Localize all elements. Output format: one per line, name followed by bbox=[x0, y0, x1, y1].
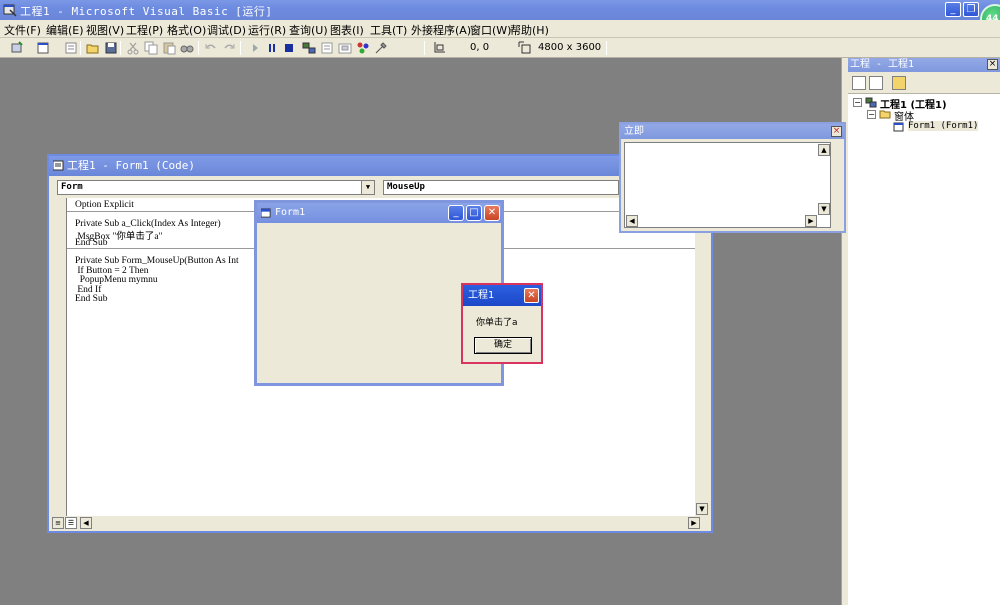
tree-form1-node[interactable]: Form1 (Form1) bbox=[908, 121, 979, 131]
code-line: Option Explicit bbox=[75, 200, 134, 210]
window-title: 工程1 - Microsoft Visual Basic [运行] bbox=[20, 5, 273, 18]
vertical-scrollbar[interactable]: ▼ bbox=[695, 198, 709, 516]
folder-icon bbox=[879, 110, 891, 119]
toggle-folders-icon[interactable] bbox=[892, 76, 906, 90]
cut-icon[interactable] bbox=[126, 41, 140, 55]
undo-icon[interactable] bbox=[204, 41, 218, 55]
form-icon bbox=[893, 122, 904, 132]
immediate-window-title: 立即 bbox=[621, 124, 844, 139]
full-module-view-icon[interactable]: ☰ bbox=[65, 517, 77, 529]
save-project-icon[interactable] bbox=[104, 41, 118, 55]
project-explorer: 工程 - 工程1 × − 工程1 (工程1) − 窗体 Form1 (Form1… bbox=[848, 58, 1000, 605]
menu-bar: 文件(F) 编辑(E) 视图(V) 工程(P) 格式(O) 调试(D) 运行(R… bbox=[0, 20, 1000, 38]
code-line: End Sub bbox=[75, 238, 108, 248]
position-icon bbox=[432, 41, 446, 55]
close-icon[interactable]: ✕ bbox=[524, 288, 539, 303]
open-project-icon[interactable] bbox=[86, 41, 100, 55]
procedure-view-icon[interactable]: ≡ bbox=[52, 517, 64, 529]
add-project-icon[interactable] bbox=[10, 41, 24, 55]
maximize-icon[interactable]: □ bbox=[466, 205, 482, 221]
message-text: 你单击了a bbox=[476, 318, 518, 328]
project-explorer-toolbar bbox=[848, 72, 1000, 94]
menu-help[interactable]: 帮助(H) bbox=[510, 22, 549, 38]
project-icon bbox=[865, 97, 877, 108]
scroll-right-icon[interactable]: ▶ bbox=[688, 517, 700, 529]
immediate-text-area[interactable]: ▲ ▼ ◀ ▶ bbox=[624, 142, 831, 228]
object-browser-icon[interactable] bbox=[356, 41, 370, 55]
menu-diagram[interactable]: 图表(I) bbox=[330, 22, 364, 38]
ok-button[interactable]: 确定 bbox=[474, 337, 532, 354]
minimize-icon[interactable]: _ bbox=[448, 205, 464, 221]
scroll-left-icon[interactable]: ◀ bbox=[80, 517, 92, 529]
standard-toolbar: 0, 0 4800 x 3600 bbox=[0, 38, 1000, 58]
menu-file[interactable]: 文件(F) bbox=[4, 22, 41, 38]
scroll-up-icon[interactable]: ▲ bbox=[818, 144, 830, 156]
menu-tools[interactable]: 工具(T) bbox=[370, 22, 407, 38]
copy-icon[interactable] bbox=[144, 41, 158, 55]
procedure-combo-value: MouseUp bbox=[387, 182, 425, 192]
close-icon[interactable]: × bbox=[987, 59, 998, 70]
menu-addins[interactable]: 外接程序(A) bbox=[411, 22, 471, 38]
scroll-left-icon[interactable]: ◀ bbox=[626, 215, 638, 227]
paste-icon[interactable] bbox=[162, 41, 176, 55]
scroll-down-icon[interactable]: ▼ bbox=[818, 203, 830, 215]
find-icon[interactable] bbox=[180, 41, 194, 55]
menu-view[interactable]: 视图(V) bbox=[86, 22, 124, 38]
break-icon[interactable] bbox=[265, 41, 279, 55]
code-window-title: 工程1 - Form1 (Code) bbox=[49, 156, 711, 176]
toolbox-icon[interactable] bbox=[374, 41, 388, 55]
minimize-icon[interactable]: _ bbox=[945, 2, 961, 17]
menu-project[interactable]: 工程(P) bbox=[126, 22, 163, 38]
code-window-icon bbox=[53, 160, 64, 171]
close-icon[interactable]: ✕ bbox=[484, 205, 500, 221]
collapse-project-icon[interactable]: − bbox=[853, 98, 862, 107]
start-icon[interactable] bbox=[248, 41, 262, 55]
project-explorer-icon[interactable] bbox=[302, 41, 316, 55]
menu-debug[interactable]: 调试(D) bbox=[207, 22, 246, 38]
menu-editor-icon[interactable] bbox=[64, 41, 78, 55]
scroll-down-icon[interactable]: ▼ bbox=[696, 503, 708, 515]
menu-query[interactable]: 查询(U) bbox=[289, 22, 328, 38]
code-line: End Sub bbox=[75, 294, 108, 304]
properties-window-icon[interactable] bbox=[320, 41, 334, 55]
main-title-bar: 工程1 - Microsoft Visual Basic [运行] _ ❐ bbox=[0, 0, 1000, 20]
restore-icon[interactable]: ❐ bbox=[963, 2, 979, 17]
menu-window[interactable]: 窗口(W) bbox=[470, 22, 511, 38]
form1-icon bbox=[261, 208, 271, 218]
code-line: PopupMenu mymnu bbox=[75, 275, 158, 285]
code-line: Private Sub Form_MouseUp(Button As Int bbox=[75, 256, 239, 266]
end-icon[interactable] bbox=[282, 41, 296, 55]
message-box: 工程1 ✕ 你单击了a 确定 bbox=[461, 283, 543, 364]
add-form-icon[interactable] bbox=[36, 41, 50, 55]
horizontal-scrollbar[interactable]: ≡ ☰ ◀ ▶ bbox=[52, 516, 700, 530]
close-icon[interactable]: × bbox=[831, 126, 842, 137]
chevron-down-icon[interactable]: ▼ bbox=[361, 181, 374, 194]
code-margin[interactable] bbox=[52, 198, 67, 516]
object-combo-value: Form bbox=[61, 182, 83, 192]
vb-app-icon bbox=[3, 4, 17, 17]
form1-title: Form1 bbox=[257, 203, 501, 223]
object-combo[interactable]: Form ▼ bbox=[57, 180, 375, 195]
redo-icon[interactable] bbox=[222, 41, 236, 55]
view-code-icon[interactable] bbox=[852, 76, 866, 90]
project-explorer-title: 工程 - 工程1 bbox=[848, 58, 1000, 72]
view-object-icon[interactable] bbox=[869, 76, 883, 90]
form-layout-icon[interactable] bbox=[338, 41, 352, 55]
menu-run[interactable]: 运行(R) bbox=[248, 22, 286, 38]
menu-format[interactable]: 格式(O) bbox=[167, 22, 206, 38]
collapse-forms-icon[interactable]: − bbox=[867, 110, 876, 119]
size-readout: 4800 x 3600 bbox=[538, 42, 602, 53]
size-icon bbox=[518, 41, 532, 55]
menu-edit[interactable]: 编辑(E) bbox=[46, 22, 84, 38]
procedure-combo[interactable]: MouseUp bbox=[383, 180, 619, 195]
position-readout: 0, 0 bbox=[470, 42, 490, 53]
scroll-right-icon[interactable]: ▶ bbox=[805, 215, 817, 227]
immediate-window: 立即 × ▲ ▼ ◀ ▶ bbox=[619, 122, 846, 233]
